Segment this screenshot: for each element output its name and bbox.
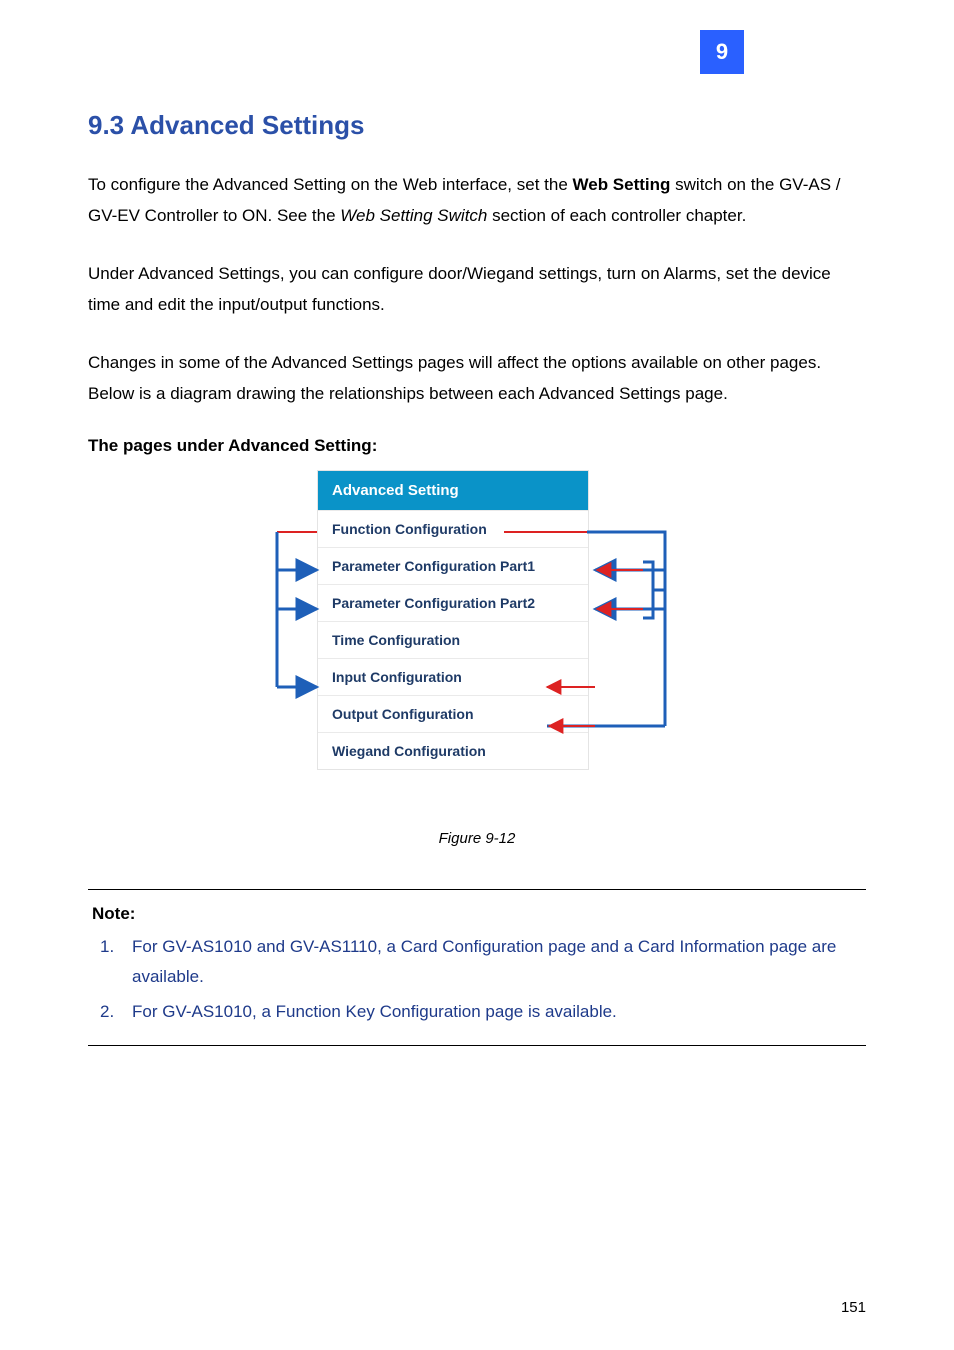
p1-t1: To configure the Advanced Setting on the… bbox=[88, 175, 573, 194]
menu-item-input-configuration[interactable]: Input Configuration bbox=[318, 658, 588, 695]
chapter-marker: 9 bbox=[700, 30, 744, 74]
menu-item-function-configuration[interactable]: Function Configuration bbox=[318, 510, 588, 547]
note-item-2: 2. For GV-AS1010, a Function Key Configu… bbox=[92, 997, 862, 1028]
note-text-2: For GV-AS1010, a Function Key Configurat… bbox=[132, 997, 862, 1028]
note-num-2: 2. bbox=[92, 997, 132, 1028]
paragraph-3: Changes in some of the Advanced Settings… bbox=[88, 347, 866, 410]
p1-t3: section of each controller chapter. bbox=[487, 206, 746, 225]
p1-bold1: Web Setting bbox=[573, 175, 671, 194]
page-number: 151 bbox=[841, 1299, 866, 1316]
advanced-setting-menu: Advanced Setting Function Configuration … bbox=[317, 470, 589, 770]
menu-item-parameter-configuration-part1[interactable]: Parameter Configuration Part1 bbox=[318, 547, 588, 584]
section-heading: 9.3 Advanced Settings bbox=[88, 110, 866, 141]
note-item-1: 1. For GV-AS1010 and GV-AS1110, a Card C… bbox=[92, 932, 862, 993]
p1-italic1: Web Setting Switch bbox=[340, 206, 487, 225]
diagram-label: The pages under Advanced Setting: bbox=[88, 436, 866, 456]
note-title: Note: bbox=[92, 904, 862, 924]
menu-item-wiegand-configuration[interactable]: Wiegand Configuration bbox=[318, 732, 588, 769]
figure-caption: Figure 9-12 bbox=[88, 830, 866, 847]
menu-item-parameter-configuration-part2[interactable]: Parameter Configuration Part2 bbox=[318, 584, 588, 621]
menu-item-output-configuration[interactable]: Output Configuration bbox=[318, 695, 588, 732]
note-text-1: For GV-AS1010 and GV-AS1110, a Card Conf… bbox=[132, 932, 862, 993]
note-num-1: 1. bbox=[92, 932, 132, 993]
paragraph-1: To configure the Advanced Setting on the… bbox=[88, 169, 866, 232]
menu-header: Advanced Setting bbox=[318, 471, 588, 510]
menu-item-time-configuration[interactable]: Time Configuration bbox=[318, 621, 588, 658]
note-block: Note: 1. For GV-AS1010 and GV-AS1110, a … bbox=[88, 889, 866, 1047]
chapter-marker-text: 9 bbox=[700, 30, 744, 74]
paragraph-2: Under Advanced Settings, you can configu… bbox=[88, 258, 866, 321]
diagram: Advanced Setting Function Configuration … bbox=[217, 470, 737, 820]
